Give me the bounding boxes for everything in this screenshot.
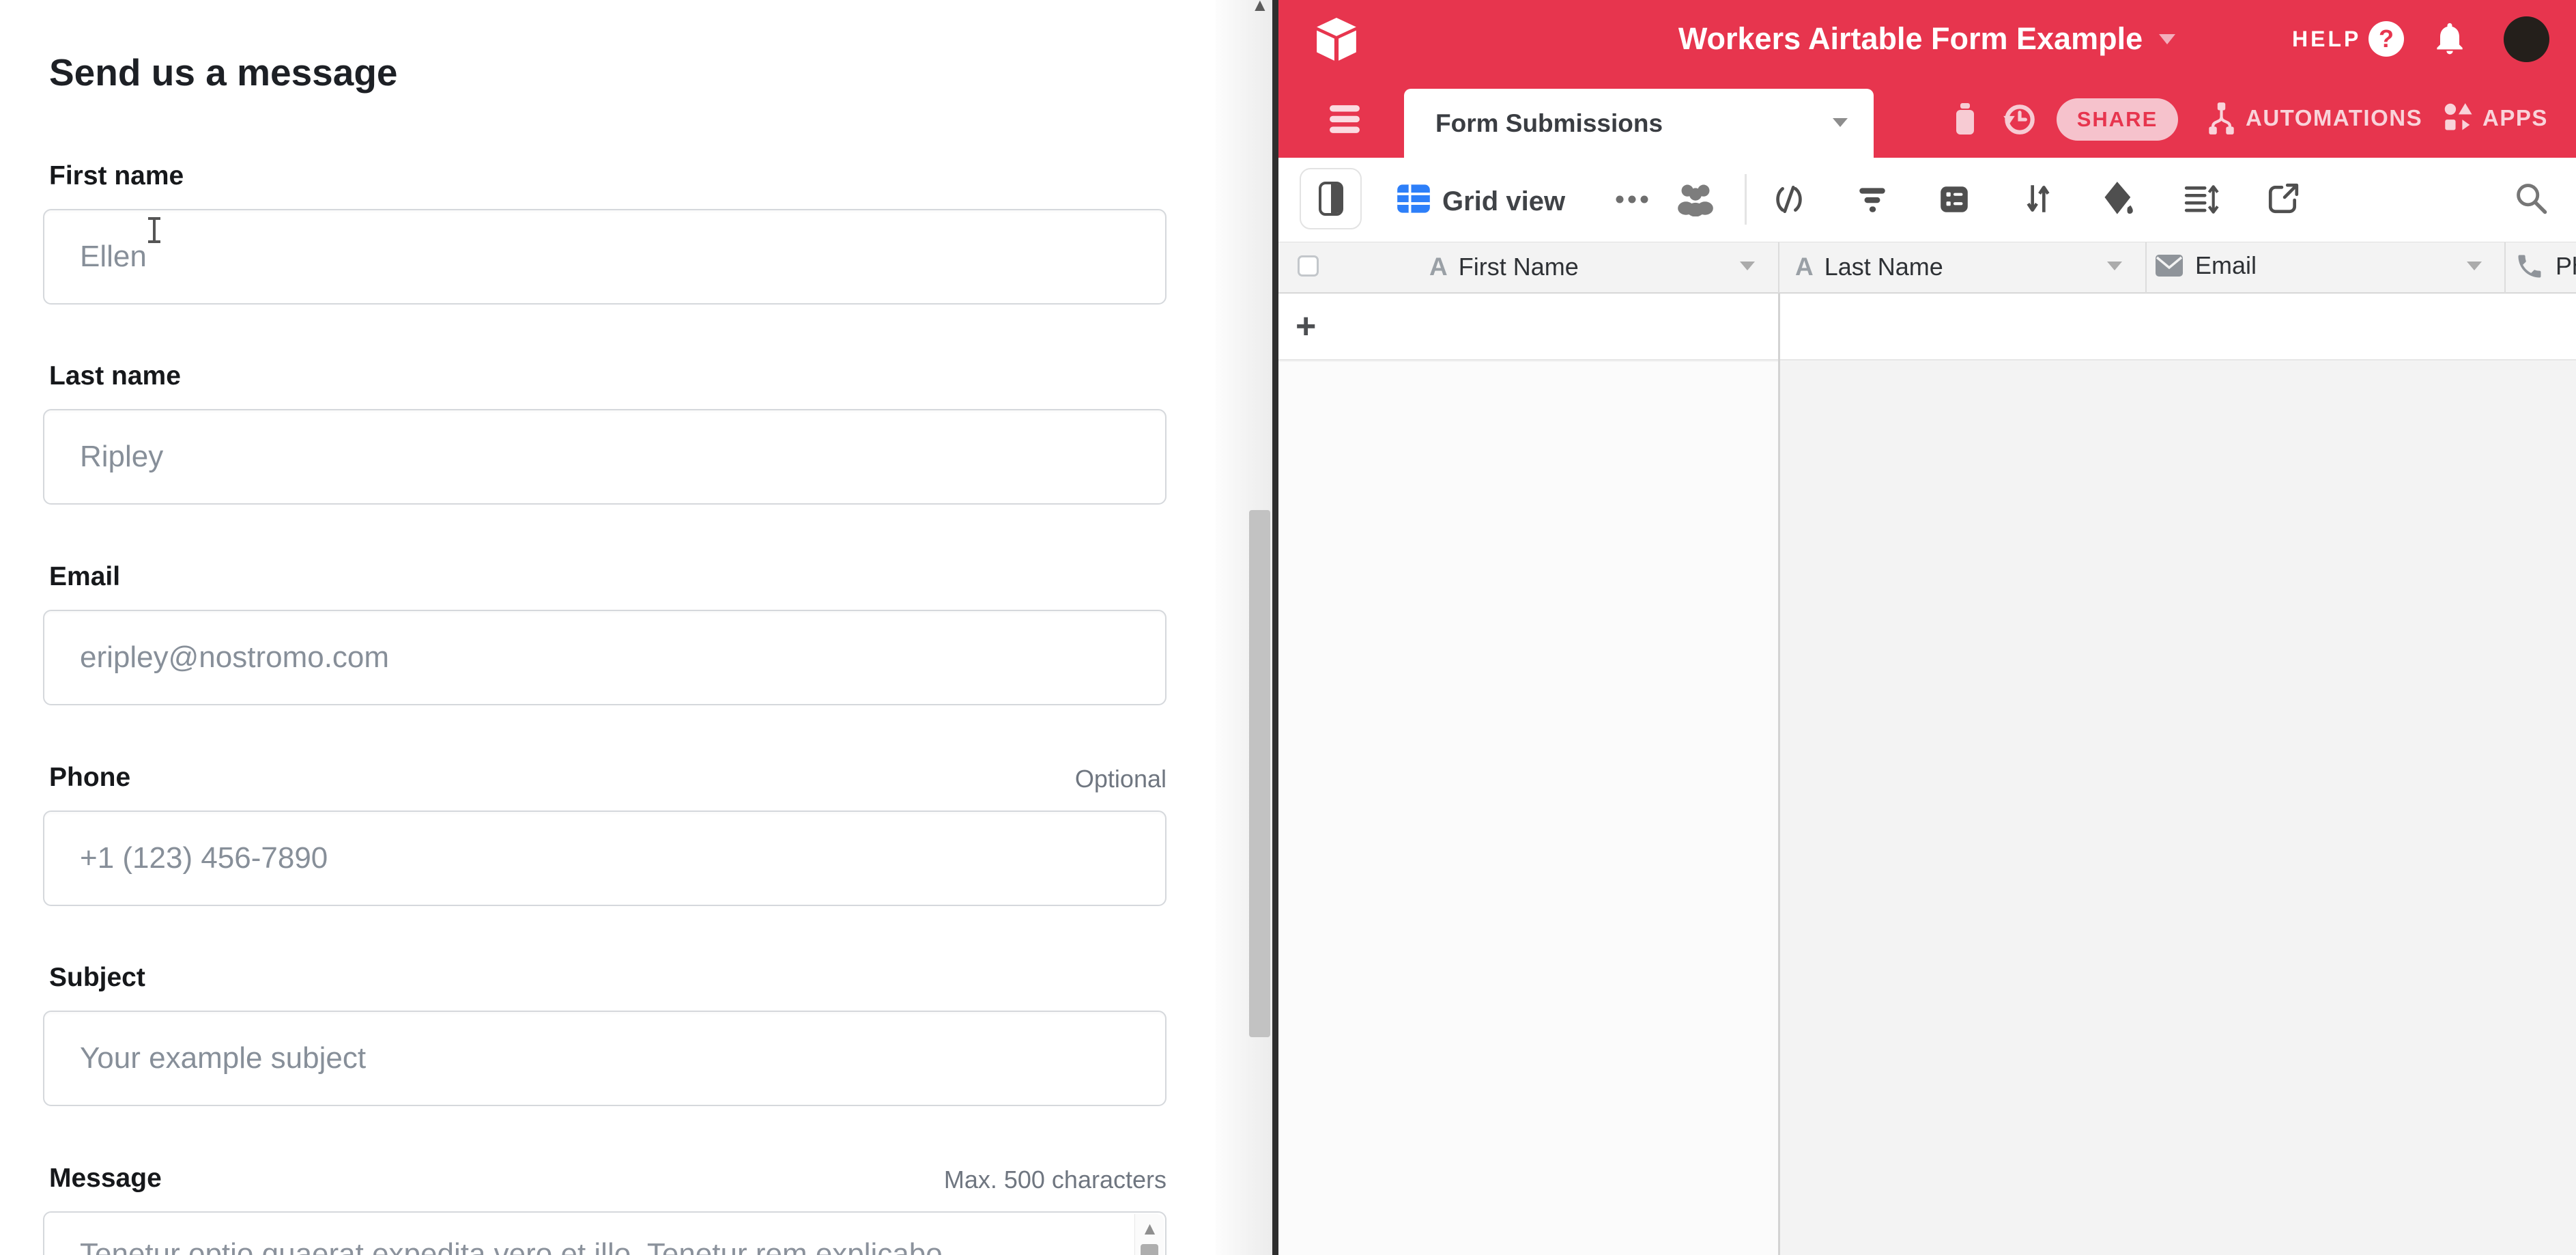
base-title-caret-icon (2159, 34, 2175, 44)
email-field-icon (2154, 252, 2184, 279)
message-textarea[interactable] (43, 1211, 1167, 1255)
add-record-row[interactable]: + (1278, 294, 2576, 361)
help-button[interactable]: HELP (2292, 27, 2361, 52)
first-name-caret-icon[interactable] (1740, 262, 1755, 270)
airtable-tabbar: Form Submissions SHARE (1278, 79, 2576, 158)
last-name-caret-icon[interactable] (2107, 262, 2122, 270)
screen: Send us a message First name Last name E… (0, 0, 2576, 1255)
airtable-pane: Workers Airtable Form Example HELP ? (1278, 0, 2576, 1255)
base-title-group[interactable]: Workers Airtable Form Example (1620, 21, 2234, 57)
column-header-first-name[interactable]: A First Name (1429, 253, 1579, 281)
tab-form-submissions[interactable]: Form Submissions (1404, 89, 1874, 158)
column-header-last-name[interactable]: A Last Name (1795, 253, 1943, 281)
notifications-bell-icon[interactable] (2431, 19, 2469, 57)
sort-icon[interactable] (2021, 181, 2055, 216)
history-icon[interactable] (2001, 100, 2037, 137)
tab-label: Form Submissions (1435, 109, 1663, 138)
grid-header-row: A First Name A Last Name Email (1278, 242, 2576, 294)
text-field-icon: A (1795, 253, 1814, 281)
apps-icon[interactable] (2443, 102, 2476, 135)
automations-icon[interactable] (2204, 101, 2238, 137)
column-border (1778, 242, 1779, 293)
message-scrollbar[interactable]: ▲ (1134, 1214, 1164, 1255)
text-field-icon: A (1429, 253, 1448, 281)
last-name-input[interactable] (43, 409, 1167, 505)
first-name-input[interactable] (43, 209, 1167, 305)
view-toolbar: Grid view (1278, 158, 2576, 242)
account-avatar[interactable] (2504, 16, 2549, 62)
phone-optional-note: Optional (757, 765, 1167, 793)
first-name-label: First name (49, 161, 184, 191)
primary-column-border (1778, 294, 1780, 1255)
tab-caret-icon[interactable] (1833, 118, 1848, 127)
email-input[interactable] (43, 610, 1167, 705)
collaborators-icon[interactable] (1676, 181, 1715, 216)
share-button[interactable]: SHARE (2057, 98, 2178, 141)
last-name-label: Last name (49, 361, 181, 391)
airtable-topbar: Workers Airtable Form Example HELP ? (1278, 0, 2576, 79)
base-logo-icon[interactable] (1315, 16, 1358, 63)
share-view-icon[interactable] (2266, 182, 2300, 216)
menu-hamburger-icon[interactable] (1327, 104, 1362, 135)
trash-icon[interactable] (1949, 102, 1981, 136)
text-cursor (153, 217, 156, 243)
message-label: Message (49, 1164, 162, 1194)
page-scroll-thumb[interactable] (1249, 510, 1270, 1037)
color-icon[interactable] (2101, 180, 2136, 217)
grid-view-icon[interactable] (1396, 181, 1431, 216)
apps-label[interactable]: APPS (2482, 105, 2548, 131)
base-title: Workers Airtable Form Example (1678, 21, 2143, 57)
row-height-icon[interactable] (2184, 182, 2219, 216)
subject-label: Subject (49, 963, 145, 993)
select-all-checkbox[interactable] (1298, 255, 1319, 277)
view-name-label[interactable]: Grid view (1442, 186, 1565, 217)
grid-body (1780, 362, 2576, 1255)
share-label: SHARE (2077, 107, 2158, 132)
contact-form-pane: Send us a message First name Last name E… (0, 0, 1216, 1255)
panel-toggle-icon (1317, 180, 1345, 217)
message-max-note: Max. 500 characters (757, 1166, 1167, 1194)
email-caret-icon[interactable] (2467, 262, 2482, 270)
column-header-phone[interactable]: Phone (2515, 251, 2576, 281)
page-scroll-up-icon[interactable]: ▲ (1251, 0, 1269, 16)
hide-fields-icon[interactable] (1772, 182, 1806, 216)
phone-field-icon (2515, 251, 2545, 281)
pane-divider (1272, 0, 1278, 1255)
group-icon[interactable] (1937, 182, 1971, 216)
phone-input[interactable] (43, 810, 1167, 906)
column-border (2504, 242, 2506, 293)
form-title: Send us a message (49, 51, 398, 94)
toolbar-divider (1745, 174, 1747, 225)
email-label: Email (49, 562, 120, 592)
column-border (2145, 242, 2147, 293)
search-icon[interactable] (2513, 180, 2549, 216)
scroll-up-icon[interactable]: ▲ (1135, 1219, 1164, 1237)
subject-input[interactable] (43, 1011, 1167, 1106)
filter-icon[interactable] (1855, 182, 1889, 216)
help-circle-icon[interactable]: ? (2369, 21, 2404, 57)
column-header-email[interactable]: Email (2154, 251, 2257, 280)
view-sidebar-toggle-button[interactable] (1300, 168, 1362, 229)
message-scroll-thumb[interactable] (1141, 1244, 1158, 1255)
automations-label[interactable]: AUTOMATIONS (2246, 105, 2422, 131)
phone-label: Phone (49, 763, 130, 793)
add-record-plus-icon[interactable]: + (1296, 309, 1316, 344)
view-more-icon[interactable] (1614, 193, 1650, 206)
grid-body-primary-column (1278, 362, 1778, 1255)
